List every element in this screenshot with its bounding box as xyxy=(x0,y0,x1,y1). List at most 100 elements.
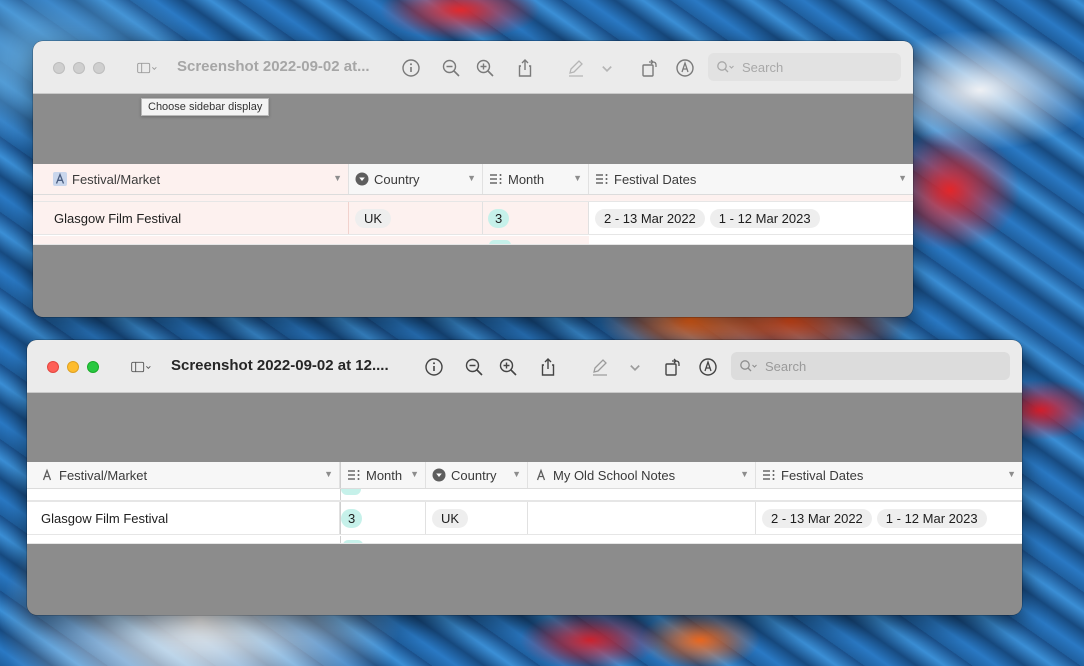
date-pill: 1 - 12 Mar 2023 xyxy=(709,208,820,228)
search-input[interactable] xyxy=(765,358,965,374)
search-field[interactable] xyxy=(731,352,1010,380)
cell-festival-dates[interactable]: 2 - 13 Mar 2022 1 - 12 Mar 2023 xyxy=(756,502,1022,534)
markup-icon[interactable] xyxy=(673,56,697,80)
cell-festival-market[interactable]: Glasgow Film Festival xyxy=(27,502,340,534)
rotate-icon[interactable] xyxy=(637,56,661,80)
zoom-in-icon[interactable] xyxy=(496,355,520,379)
close-button[interactable] xyxy=(53,62,65,74)
chevron-down-icon[interactable]: ▼ xyxy=(1007,469,1016,479)
column-header-month[interactable]: Month ▼ xyxy=(340,462,426,488)
column-label: Month xyxy=(366,467,403,483)
data-grid: Festival/Market ▼ Country ▼ Month ▼ Fest… xyxy=(33,164,913,245)
column-label: Festival Dates xyxy=(614,171,697,187)
table-row xyxy=(27,489,1022,501)
multi-select-icon xyxy=(762,468,776,482)
column-header-country[interactable]: Country ▼ xyxy=(349,164,483,194)
date-pill: 2 - 13 Mar 2022 xyxy=(595,208,705,228)
rotate-icon[interactable] xyxy=(660,355,684,379)
table-row xyxy=(33,195,913,202)
chevron-down-icon[interactable]: ▼ xyxy=(324,469,333,479)
share-icon[interactable] xyxy=(536,355,560,379)
column-header-my-old-school-notes[interactable]: My Old School Notes ▼ xyxy=(528,462,756,488)
chevron-down-icon[interactable]: ▼ xyxy=(573,173,582,183)
share-icon[interactable] xyxy=(513,56,537,80)
column-header-festival-dates[interactable]: Festival Dates ▼ xyxy=(756,462,1022,488)
preview-window-inactive[interactable]: Screenshot 2022-09-02 at... Search Choos… xyxy=(33,41,913,317)
column-label: Festival Dates xyxy=(781,467,864,483)
cell-my-old-school-notes[interactable] xyxy=(528,502,756,534)
cell-festival-market[interactable]: Glasgow Film Festival xyxy=(33,202,349,234)
single-select-icon xyxy=(355,172,369,186)
month-pill: 3 xyxy=(488,208,510,228)
chevron-down-icon[interactable] xyxy=(628,355,642,379)
multi-select-icon xyxy=(489,172,503,186)
minimize-button[interactable] xyxy=(67,361,79,373)
column-label: Month xyxy=(508,171,545,187)
multi-select-icon xyxy=(595,172,609,186)
column-label: Festival/Market xyxy=(59,467,148,483)
table-row[interactable]: Glasgow Film Festival UK 3 2 - 13 Mar 20… xyxy=(33,202,913,235)
zoom-button[interactable] xyxy=(87,361,99,373)
window-title: Screenshot 2022-09-02 at... xyxy=(177,58,370,75)
column-label: My Old School Notes xyxy=(553,467,676,483)
info-icon[interactable] xyxy=(399,56,423,80)
cell-month[interactable]: 3 xyxy=(340,502,426,534)
cell-country[interactable]: UK xyxy=(426,502,528,534)
table-row[interactable]: Glasgow Film Festival 3 UK 2 - 13 Mar 20… xyxy=(27,501,1022,535)
zoom-in-icon[interactable] xyxy=(473,56,497,80)
column-header-festival-market[interactable]: Festival/Market ▼ xyxy=(33,164,349,194)
column-label: Country xyxy=(374,171,420,187)
country-pill: UK xyxy=(355,208,392,228)
cell-festival-dates[interactable]: 2 - 13 Mar 2022 1 - 12 Mar 2023 xyxy=(589,202,913,234)
grid-header: Festival/Market ▼ Country ▼ Month ▼ Fest… xyxy=(33,164,913,195)
markup-pen-icon[interactable] xyxy=(564,56,588,80)
cell-country[interactable]: UK xyxy=(349,202,483,234)
sidebar-toggle-icon[interactable] xyxy=(123,355,159,379)
date-pill: 2 - 13 Mar 2022 xyxy=(762,508,872,528)
preview-window-active[interactable]: Screenshot 2022-09-02 at 12.... Search F… xyxy=(27,340,1022,615)
search-icon xyxy=(716,60,736,74)
data-grid: Festival/Market ▼ Month ▼ Country ▼ My O… xyxy=(27,462,1022,544)
column-header-month[interactable]: Month ▼ xyxy=(483,164,589,194)
chevron-down-icon[interactable]: ▼ xyxy=(898,173,907,183)
search-input[interactable] xyxy=(742,59,882,75)
column-header-festival-dates[interactable]: Festival Dates ▼ xyxy=(589,164,913,194)
chevron-down-icon[interactable]: ▼ xyxy=(333,173,342,183)
date-pill: 1 - 12 Mar 2023 xyxy=(876,508,987,528)
markup-pen-icon[interactable] xyxy=(588,355,612,379)
text-field-icon xyxy=(53,172,67,186)
window-title: Screenshot 2022-09-02 at 12.... xyxy=(171,357,389,374)
sidebar-toggle-icon[interactable] xyxy=(129,56,165,80)
festival-name: Glasgow Film Festival xyxy=(41,510,169,526)
column-label: Country xyxy=(451,467,497,483)
close-button[interactable] xyxy=(47,361,59,373)
info-icon[interactable] xyxy=(422,355,446,379)
column-header-festival-market[interactable]: Festival/Market ▼ xyxy=(27,462,340,488)
text-field-icon xyxy=(534,468,548,482)
window-titlebar[interactable]: Screenshot 2022-09-02 at... xyxy=(33,41,913,94)
text-field-icon xyxy=(40,468,54,482)
grid-header: Festival/Market ▼ Month ▼ Country ▼ My O… xyxy=(27,462,1022,489)
table-row xyxy=(27,536,1022,544)
zoom-out-icon[interactable] xyxy=(462,355,486,379)
chevron-down-icon[interactable]: ▼ xyxy=(467,173,476,183)
single-select-icon xyxy=(432,468,446,482)
sidebar-tooltip: Choose sidebar display xyxy=(141,98,270,116)
multi-select-icon xyxy=(347,468,361,482)
country-pill: UK xyxy=(432,508,469,528)
chevron-down-icon[interactable]: ▼ xyxy=(740,469,749,479)
cell-month[interactable]: 3 xyxy=(483,202,589,234)
minimize-button[interactable] xyxy=(73,62,85,74)
zoom-out-icon[interactable] xyxy=(439,56,463,80)
chevron-down-icon[interactable]: ▼ xyxy=(410,469,419,479)
chevron-down-icon[interactable]: ▼ xyxy=(512,469,521,479)
window-titlebar[interactable]: Screenshot 2022-09-02 at 12.... xyxy=(27,340,1022,393)
zoom-button[interactable] xyxy=(93,62,105,74)
search-field[interactable] xyxy=(708,53,901,81)
column-header-country[interactable]: Country ▼ xyxy=(426,462,528,488)
festival-name: Glasgow Film Festival xyxy=(54,210,182,226)
chevron-down-icon[interactable] xyxy=(600,56,614,80)
markup-icon[interactable] xyxy=(696,355,720,379)
column-label: Festival/Market xyxy=(72,171,161,187)
table-row xyxy=(33,236,913,245)
